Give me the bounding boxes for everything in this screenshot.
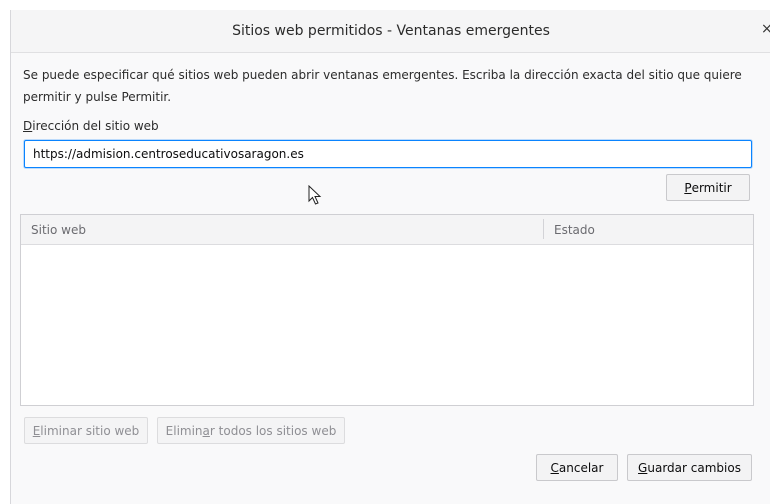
address-label-text: irección del sitio web — [32, 119, 159, 133]
permit-button[interactable]: Permitir — [666, 174, 750, 201]
sites-table: Sitio web Estado — [20, 214, 754, 406]
close-icon[interactable]: × — [761, 21, 770, 39]
column-header-site[interactable]: Sitio web — [31, 223, 86, 237]
table-body — [21, 244, 753, 405]
website-address-input[interactable] — [24, 140, 752, 168]
cancel-button[interactable]: Cancelar — [536, 454, 618, 481]
save-changes-button[interactable]: Guardar cambios — [627, 454, 752, 481]
dialog-description: Se puede especificar qué sitios web pued… — [23, 68, 742, 104]
mouse-pointer-icon — [308, 185, 322, 205]
table-header: Sitio web Estado — [21, 215, 753, 245]
address-label-access-key: D — [23, 119, 33, 133]
dialog-title: Sitios web permitidos - Ventanas emergen… — [232, 23, 550, 39]
remove-site-button[interactable]: Eliminar sitio web — [24, 417, 148, 444]
address-label: Dirección del sitio web — [23, 119, 159, 133]
column-header-status[interactable]: Estado — [554, 223, 595, 237]
column-divider[interactable] — [543, 219, 544, 239]
dialog-titlebar: Sitios web permitidos - Ventanas emergen… — [11, 10, 770, 53]
remove-all-sites-button[interactable]: Elimin a r todos los sitios web — [157, 417, 345, 444]
